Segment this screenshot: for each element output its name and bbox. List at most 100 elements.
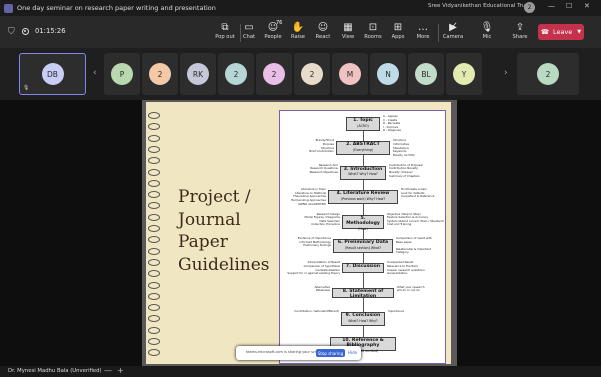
meeting-title: One day seminar on research paper writin… bbox=[17, 4, 216, 12]
spiral-ring bbox=[148, 157, 160, 165]
popout-label: Pop out bbox=[215, 34, 235, 40]
spiral-ring bbox=[148, 145, 160, 153]
participant-tile[interactable]: RK bbox=[180, 53, 216, 95]
spiral-ring bbox=[148, 236, 160, 244]
spiral-ring bbox=[148, 225, 160, 232]
raise-hand-button[interactable]: ✋ Raise bbox=[286, 21, 310, 40]
account-avatar[interactable]: 2 bbox=[524, 2, 535, 13]
smiley-icon: ☺ bbox=[317, 22, 329, 33]
maximize-button[interactable]: ☐ bbox=[566, 2, 572, 10]
avatar: 2 bbox=[301, 63, 323, 85]
spiral-ring bbox=[148, 304, 160, 312]
step-right-notes: A - Appear C - Create R - Recreate I - I… bbox=[383, 114, 402, 133]
step-label: 7. Discussion bbox=[345, 264, 381, 270]
step-label: 4. Literature Review bbox=[336, 191, 390, 197]
rooms-button[interactable]: ⊡ Rooms bbox=[361, 21, 385, 40]
step-left-notes: Research Design Model Figures / Diagrams… bbox=[304, 211, 340, 227]
people-label: People bbox=[264, 34, 282, 40]
step-subtitle: (Result section) What? bbox=[345, 245, 381, 250]
toolbar-divider bbox=[438, 24, 439, 42]
view-button[interactable]: ▦ View bbox=[336, 21, 360, 40]
popout-button[interactable]: ⧉ Pop out bbox=[213, 21, 237, 40]
leave-button[interactable]: ☎ Leave ▼ bbox=[538, 24, 584, 40]
step-left-notes: Brevity/Short Purpose Structure Brief Co… bbox=[309, 138, 334, 154]
people-button[interactable]: ☺ 76 People bbox=[261, 20, 285, 40]
react-button[interactable]: ☺ React bbox=[311, 21, 335, 40]
spiral-ring bbox=[148, 168, 160, 176]
chat-button[interactable]: ▭ Chat bbox=[237, 21, 261, 40]
notebook-page: Project / Journal Paper Guidelines 1. To… bbox=[146, 102, 451, 364]
step-subtitle: (Previous work) Why? How? bbox=[340, 196, 386, 201]
rooms-label: Rooms bbox=[364, 34, 382, 40]
step-subtitle: What? How? Why? bbox=[348, 318, 378, 323]
minimize-button[interactable]: — bbox=[548, 2, 555, 10]
avatar: DB bbox=[41, 63, 64, 85]
self-video-tile[interactable]: DB 🎙 bbox=[19, 53, 86, 95]
step-right-notes: Objective (Step to Step) Feature Selecti… bbox=[387, 211, 444, 227]
step-subtitle: (Everything) bbox=[353, 147, 373, 152]
leave-label: Leave bbox=[552, 28, 573, 36]
participant-tile[interactable]: M bbox=[332, 53, 368, 95]
bottom-bar: Dr. Mynesi Madhu Bala (Unverified) — + bbox=[0, 366, 601, 377]
chevron-left-icon[interactable]: ‹ bbox=[93, 68, 97, 78]
avatar: P bbox=[111, 63, 133, 85]
zoom-out-button[interactable]: — bbox=[104, 366, 112, 375]
participant-tile[interactable]: Y bbox=[446, 53, 482, 95]
close-window-button[interactable]: ✕ bbox=[584, 2, 590, 10]
participant-tile[interactable]: 2 bbox=[294, 53, 330, 95]
step-left-notes: Evidence of Importance Informed Methodol… bbox=[297, 236, 331, 248]
people-count-badge: 76 bbox=[276, 20, 283, 26]
spiral-ring bbox=[148, 247, 160, 255]
step-subtitle: (How) bbox=[358, 226, 368, 231]
avatar: 2 bbox=[225, 63, 247, 85]
share-button[interactable]: ⇪ Share bbox=[508, 21, 532, 40]
flowchart-step: 2. ABSTRACT (Everything) bbox=[336, 141, 390, 156]
spiral-ring bbox=[148, 270, 160, 278]
stop-sharing-button[interactable]: Stop sharing bbox=[316, 349, 345, 357]
step-left-notes: Literature in Topic Literature on Method… bbox=[290, 187, 326, 206]
hand-icon: ✋ bbox=[291, 22, 305, 33]
mic-off-icon: 🎙 bbox=[480, 22, 494, 33]
apps-button[interactable]: ⊞ Apps bbox=[386, 21, 410, 40]
meeting-toolbar: ⛉ 01:15:26 ⧉ Pop out ▭ Chat ☺ 76 People … bbox=[0, 16, 601, 48]
apps-label: Apps bbox=[391, 34, 405, 40]
step-left-notes: Alternative Weakness bbox=[314, 284, 330, 293]
slide-title: Project / Journal Paper Guidelines bbox=[178, 187, 270, 275]
step-label: 5. Methodology bbox=[346, 215, 380, 227]
participant-tile[interactable]: 2 bbox=[256, 53, 292, 95]
overflow-participants-tile[interactable]: 2 bbox=[517, 53, 579, 95]
shield-icon[interactable]: ⛉ bbox=[8, 27, 15, 37]
flowchart-step: 1. Topic (ACRO) bbox=[346, 117, 380, 131]
mic-button[interactable]: 🎙 Mic bbox=[475, 21, 499, 40]
participant-tile[interactable]: 2 bbox=[218, 53, 254, 95]
step-label: 9. Conclusion bbox=[345, 313, 381, 319]
apps-icon: ⊞ bbox=[393, 22, 403, 33]
avatar: 2 bbox=[263, 63, 285, 85]
zoom-in-button[interactable]: + bbox=[117, 366, 124, 375]
camera-button[interactable]: ▶̸ Camera bbox=[441, 21, 465, 40]
spiral-ring bbox=[148, 123, 160, 131]
avatar: RK bbox=[187, 63, 209, 85]
participant-tile[interactable]: BL bbox=[408, 53, 444, 95]
participant-tile[interactable]: N bbox=[370, 53, 406, 95]
participant-tile[interactable]: 2 bbox=[142, 53, 178, 95]
spiral-ring bbox=[148, 292, 160, 300]
organization-name: Sree Vidyanikethan Educational Trust bbox=[428, 3, 531, 9]
participant-tile[interactable]: P bbox=[104, 53, 140, 95]
avatar: BL bbox=[415, 63, 437, 85]
chevron-right-icon[interactable]: › bbox=[504, 68, 508, 78]
notebook-spiral bbox=[146, 102, 160, 364]
shared-screen-stage: Project / Journal Paper Guidelines 1. To… bbox=[0, 100, 601, 366]
spiral-ring bbox=[148, 258, 160, 266]
phone-icon: ☎ bbox=[540, 28, 549, 36]
share-label: Share bbox=[512, 34, 528, 40]
more-button[interactable]: … More bbox=[411, 21, 435, 40]
chevron-down-icon[interactable]: ▼ bbox=[577, 29, 581, 35]
hide-share-bar-button[interactable]: Hide bbox=[348, 350, 357, 355]
chat-label: Chat bbox=[242, 34, 256, 40]
flowchart-step: 6. Preliminary Data (Result section) What… bbox=[333, 239, 393, 253]
step-label: 6. Preliminary Data bbox=[337, 240, 389, 245]
view-label: View bbox=[341, 34, 355, 40]
spiral-ring bbox=[148, 338, 160, 345]
step-right-notes: Contribution of Proposal Contribution No… bbox=[389, 162, 423, 178]
